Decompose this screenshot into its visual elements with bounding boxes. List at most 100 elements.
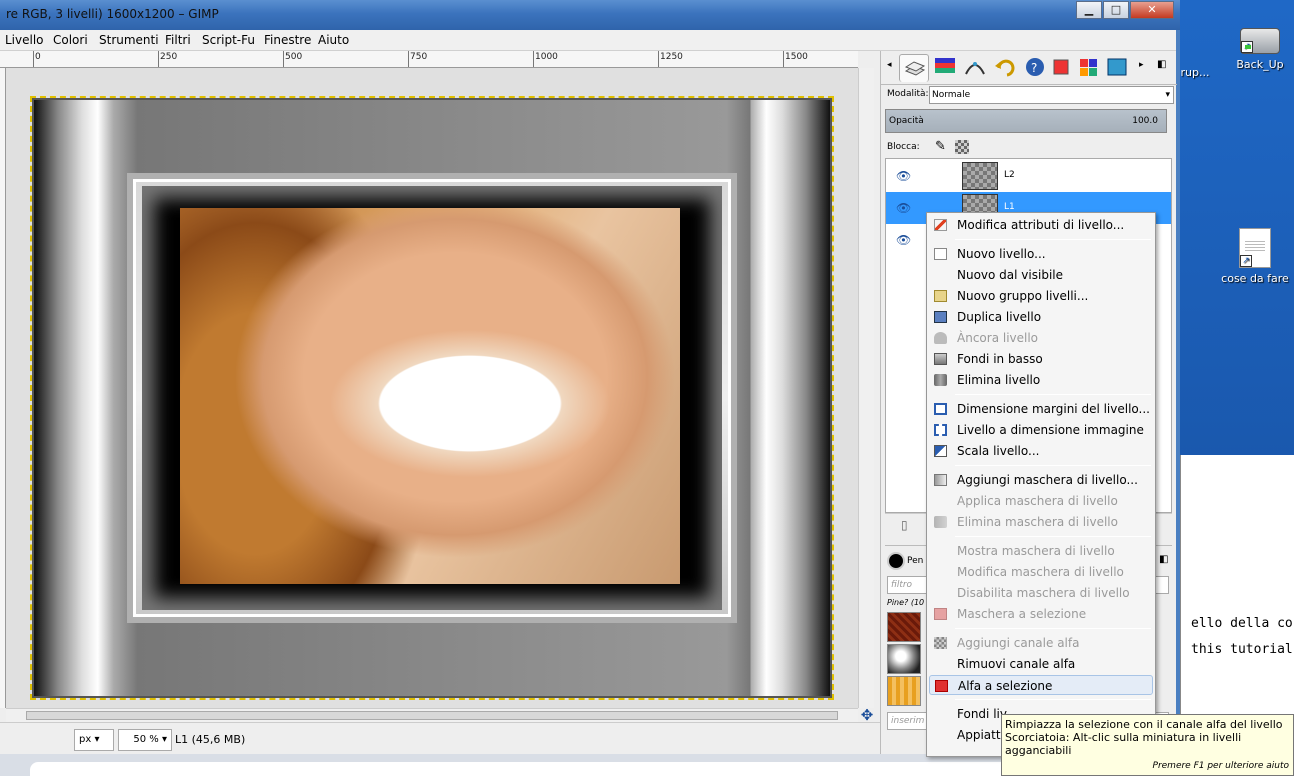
brush-tab-label[interactable]: Pen [907, 556, 923, 566]
menu-item-nuovo-gruppo-livelli[interactable]: Nuovo gruppo livelli... [929, 286, 1153, 306]
lock-alpha-icon[interactable] [955, 140, 969, 154]
layer-row-l2[interactable]: 👁 L2 [886, 160, 1171, 192]
add-mask-icon [934, 474, 947, 486]
mode-row: Modalità: Normale ▾ [885, 85, 1174, 105]
trash-icon [934, 374, 947, 386]
tab-patterns[interactable] [1103, 54, 1133, 82]
lock-row: Blocca: ✎ [885, 139, 1171, 157]
desktop-icon-cose-da-fare[interactable]: ↗ cose da fare [1215, 228, 1294, 285]
dock-menu-icon[interactable]: ◧ [1159, 554, 1168, 565]
menu-strumenti[interactable]: Strumenti [99, 33, 159, 47]
visibility-eye-icon[interactable]: 👁 [896, 233, 911, 247]
menu-item-nuovo-dal-visibile[interactable]: Nuovo dal visibile [929, 265, 1153, 285]
menu-item-label: Mostra maschera di livello [957, 544, 1115, 558]
menu-aiuto[interactable]: Aiuto [318, 33, 349, 47]
tab-channels[interactable] [931, 54, 961, 82]
close-button[interactable]: ✕ [1130, 1, 1174, 19]
menu-item-disabilita-maschera-di-livello: Disabilita maschera di livello [929, 583, 1153, 603]
menu-filtri[interactable]: Filtri [165, 33, 191, 47]
window-title: re RGB, 3 livelli) 1600x1200 – GIMP [6, 7, 219, 21]
svg-text:?: ? [1031, 61, 1037, 75]
menu-item-label: Aggiungi maschera di livello... [957, 473, 1138, 487]
ruler-label: 1000 [535, 52, 558, 62]
merge-down-icon [934, 353, 947, 365]
menu-item-label: Nuovo dal visibile [957, 268, 1063, 282]
tab-right-arrow-icon[interactable]: ▸ [1139, 60, 1144, 70]
desktop-icon-label: rup... [1180, 66, 1210, 79]
unit-select[interactable]: px ▾ [74, 729, 114, 751]
menu-item-label: Àncora livello [957, 331, 1039, 345]
visibility-eye-icon[interactable]: 👁 [896, 169, 911, 183]
portrait-photo [180, 208, 680, 584]
document-icon: ↗ [1239, 228, 1271, 268]
maximize-button[interactable]: □ [1103, 1, 1129, 19]
desktop-icon-backup[interactable]: ↗ Back_Up [1225, 28, 1294, 71]
ruler-label: 0 [35, 52, 41, 62]
menu-item-livello-a-dimensione-immagine[interactable]: Livello a dimensione immagine [929, 420, 1153, 440]
doc-text-line: this tutorial [1191, 642, 1293, 657]
opacity-value: 100.0 [1132, 116, 1158, 126]
menu-finestre[interactable]: Finestre [264, 33, 311, 47]
tooltip-hint: Premere F1 per ulteriore aiuto [1152, 761, 1289, 771]
layer-context-menu: Modifica attributi di livello... Nuovo li… [926, 212, 1156, 757]
image-with-selection [30, 96, 834, 700]
menu-item-fondi-in-basso[interactable]: Fondi in basso [929, 349, 1153, 369]
brush-swatch[interactable] [887, 612, 921, 642]
tab-colors[interactable] [1047, 54, 1077, 82]
horizontal-scrollbar[interactable] [6, 708, 858, 722]
anchor-icon [934, 332, 947, 344]
menu-item-label: Duplica livello [957, 310, 1042, 324]
menu-item-aggiungi-maschera-di-livello[interactable]: Aggiungi maschera di livello... [929, 470, 1153, 490]
menu-item-nuovo-livello[interactable]: Nuovo livello... [929, 244, 1153, 264]
menu-item-aggiungi-canale-alfa: Aggiungi canale alfa [929, 633, 1153, 653]
menu-item-label: Maschera a selezione [957, 607, 1087, 621]
minimize-button[interactable]: ▁ [1076, 1, 1102, 19]
menu-item-modifica-attributi-di-livello[interactable]: Modifica attributi di livello... [929, 215, 1153, 235]
tab-paths[interactable] [961, 54, 991, 82]
tab-left-arrow-icon[interactable]: ◂ [887, 60, 892, 70]
mode-select[interactable]: Normale ▾ [929, 86, 1174, 104]
tab-undo[interactable] [991, 54, 1021, 82]
menu-item-label: Fondi liv [957, 707, 1007, 721]
menu-separator [955, 239, 1151, 240]
brush-swatch[interactable] [887, 644, 921, 674]
menu-separator [955, 699, 1151, 700]
zoom-select[interactable]: 50 % ▾ [118, 729, 172, 751]
menu-item-label: Elimina livello [957, 373, 1041, 387]
opacity-label: Opacità [889, 116, 924, 126]
menu-item-label: Modifica attributi di livello... [957, 218, 1125, 232]
scrollbar-thumb[interactable] [26, 711, 838, 720]
menu-item-elimina-livello[interactable]: Elimina livello [929, 370, 1153, 390]
menu-item-dimensione-margini-del-livello[interactable]: Dimensione margini del livello... [929, 399, 1153, 419]
visibility-eye-icon[interactable]: 👁 [896, 201, 911, 215]
menu-item-rimuovi-canale-alfa[interactable]: Rimuovi canale alfa [929, 654, 1153, 674]
ruler-label: 1500 [785, 52, 808, 62]
tab-layers[interactable] [899, 54, 929, 82]
menu-item-label: Livello a dimensione immagine [957, 423, 1144, 437]
menu-item-label: Aggiungi canale alfa [957, 636, 1080, 650]
brush-tab-icon[interactable] [887, 552, 905, 570]
desktop-icon-truncated[interactable]: rup... [1175, 30, 1215, 79]
layer-thumbnail[interactable] [962, 162, 998, 190]
menu-colori[interactable]: Colori [53, 33, 88, 47]
layer-name: L2 [1004, 170, 1015, 180]
mode-value: Normale [932, 90, 971, 100]
menu-item-alfa-a-selezione[interactable]: Alfa a selezione [929, 675, 1153, 695]
menu-item-label: Disabilita maschera di livello [957, 586, 1130, 600]
menu-item-scala-livello[interactable]: Scala livello... [929, 441, 1153, 461]
menu-item-label: Applica maschera di livello [957, 494, 1118, 508]
dock-menu-icon[interactable]: ◧ [1157, 59, 1166, 70]
vertical-scrollbar[interactable] [858, 68, 874, 708]
lock-pixels-icon[interactable]: ✎ [935, 139, 946, 154]
mode-label: Modalità: [887, 89, 929, 99]
tooltip: Rimpiazza la selezione con il canale alf… [1001, 714, 1294, 776]
menu-item-duplica-livello[interactable]: Duplica livello [929, 307, 1153, 327]
opacity-slider[interactable]: Opacità 100.0 [885, 109, 1167, 133]
brush-swatch[interactable] [887, 676, 921, 706]
menu-livello[interactable]: Livello [5, 33, 44, 47]
new-layer-icon[interactable]: ▯ [901, 518, 908, 532]
menu-script-fu[interactable]: Script-Fu [202, 33, 255, 47]
ruler-label: 1250 [660, 52, 683, 62]
image-canvas[interactable] [6, 68, 858, 708]
tab-palette[interactable] [1075, 54, 1105, 82]
